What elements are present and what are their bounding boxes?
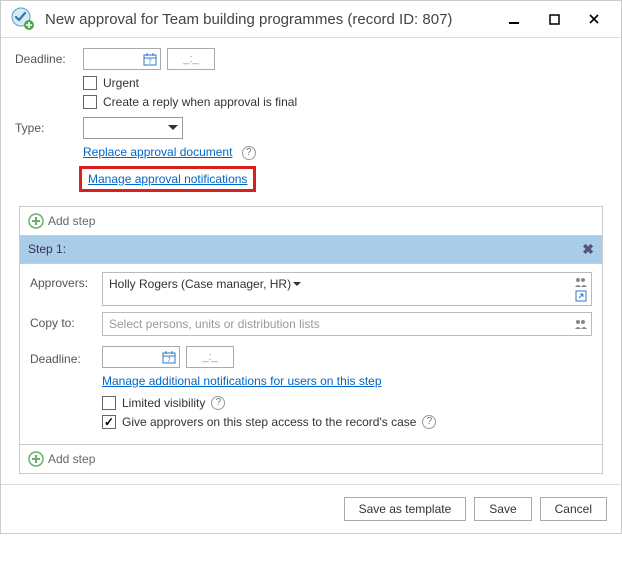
replace-approval-document-link[interactable]: Replace approval document <box>83 145 232 159</box>
help-icon[interactable]: ? <box>242 146 256 160</box>
chevron-down-icon <box>168 125 178 131</box>
close-button[interactable] <box>577 8 611 30</box>
calendar-icon: 7 <box>143 52 157 66</box>
create-reply-label: Create a reply when approval is final <box>103 95 297 109</box>
step-1-body: Approvers: Holly Rogers (Case manager, H… <box>20 264 602 444</box>
urgent-checkbox[interactable] <box>83 76 97 90</box>
step-deadline-label: Deadline: <box>30 348 102 366</box>
copyto-label: Copy to: <box>30 312 102 330</box>
window-controls <box>497 8 611 30</box>
add-step-label: Add step <box>48 452 95 466</box>
step-1-header: Step 1: ✖ <box>20 235 602 264</box>
deadline-label: Deadline: <box>15 52 83 66</box>
people-picker-icon[interactable] <box>574 276 588 288</box>
copyto-placeholder: Select persons, units or distribution li… <box>109 317 320 331</box>
window-title: New approval for Team building programme… <box>45 11 497 28</box>
approval-dialog: New approval for Team building programme… <box>0 0 622 534</box>
create-reply-checkbox[interactable] <box>83 95 97 109</box>
help-icon[interactable]: ? <box>211 396 225 410</box>
people-picker-icon[interactable] <box>574 318 588 330</box>
chevron-down-icon <box>293 282 301 287</box>
step-1-title: Step 1: <box>28 242 66 256</box>
limited-visibility-checkbox[interactable] <box>102 396 116 410</box>
plus-icon <box>28 213 44 229</box>
add-step-label: Add step <box>48 214 95 228</box>
save-button[interactable]: Save <box>474 497 531 521</box>
minimize-button[interactable] <box>497 8 531 30</box>
form-content: Deadline: 7 _:_ Urgent Create a reply wh… <box>1 38 621 474</box>
titlebar: New approval for Team building programme… <box>1 1 621 38</box>
type-dropdown[interactable] <box>83 117 183 139</box>
give-access-label: Give approvers on this step access to th… <box>122 415 416 429</box>
approvers-label: Approvers: <box>30 272 102 290</box>
cancel-button[interactable]: Cancel <box>540 497 607 521</box>
type-label: Type: <box>15 121 83 135</box>
approvers-value: Holly Rogers (Case manager, HR) <box>109 277 291 291</box>
manage-additional-notifications-link[interactable]: Manage additional notifications for user… <box>102 374 382 388</box>
urgent-label: Urgent <box>103 76 139 90</box>
limited-visibility-label: Limited visibility <box>122 396 205 410</box>
manage-approval-notifications-link[interactable]: Manage approval notifications <box>88 172 247 186</box>
calendar-icon: 7 <box>162 350 176 364</box>
approvers-input[interactable]: Holly Rogers (Case manager, HR) <box>102 272 592 306</box>
add-step-top[interactable]: Add step <box>20 207 602 235</box>
save-as-template-button[interactable]: Save as template <box>344 497 467 521</box>
help-icon[interactable]: ? <box>422 415 436 429</box>
remove-step-button[interactable]: ✖ <box>582 241 594 258</box>
plus-icon <box>28 451 44 467</box>
give-access-checkbox[interactable] <box>102 415 116 429</box>
add-step-bottom[interactable]: Add step <box>20 444 602 473</box>
copyto-input[interactable]: Select persons, units or distribution li… <box>102 312 592 336</box>
deadline-date-input[interactable]: 7 <box>83 48 161 70</box>
maximize-button[interactable] <box>537 8 571 30</box>
highlight-manage-notifications: Manage approval notifications <box>79 166 256 192</box>
deadline-time-input[interactable]: _:_ <box>167 48 215 70</box>
steps-container: Add step Step 1: ✖ Approvers: Holly Roge… <box>19 206 603 474</box>
approval-app-icon <box>11 7 35 31</box>
expand-icon[interactable] <box>574 290 588 302</box>
dialog-footer: Save as template Save Cancel <box>1 484 621 533</box>
step-deadline-time-input[interactable]: _:_ <box>186 346 234 368</box>
step-deadline-date-input[interactable]: 7 <box>102 346 180 368</box>
